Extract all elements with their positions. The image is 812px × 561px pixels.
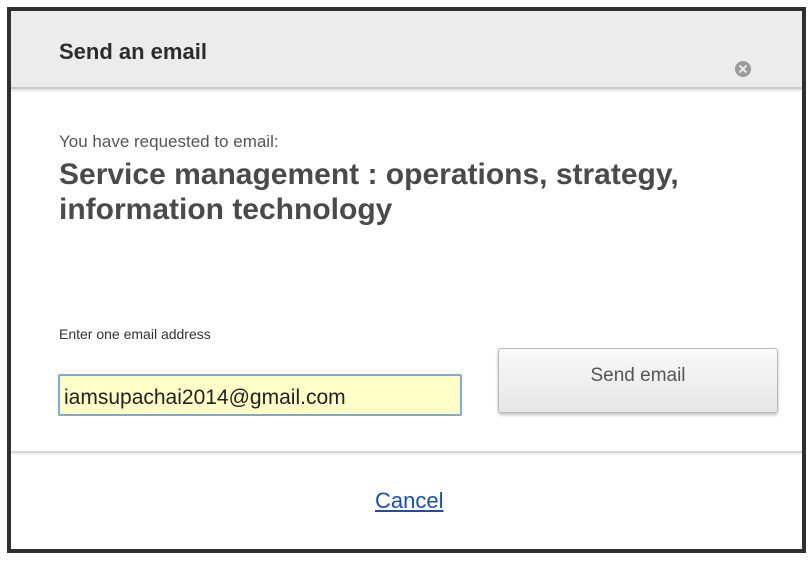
close-icon[interactable] [735, 61, 751, 77]
email-field[interactable] [58, 374, 462, 416]
cancel-link[interactable]: Cancel [375, 488, 443, 514]
email-field-label: Enter one email address [59, 326, 211, 342]
footer-divider [11, 451, 802, 453]
send-email-dialog: Send an email You have requested to emai… [7, 7, 806, 553]
send-email-button[interactable]: Send email [498, 348, 778, 413]
dialog-title: Send an email [59, 39, 207, 64]
dialog-header: Send an email [11, 11, 802, 89]
requested-label: You have requested to email: [59, 132, 279, 151]
item-title: Service management : operations, strateg… [59, 158, 679, 226]
